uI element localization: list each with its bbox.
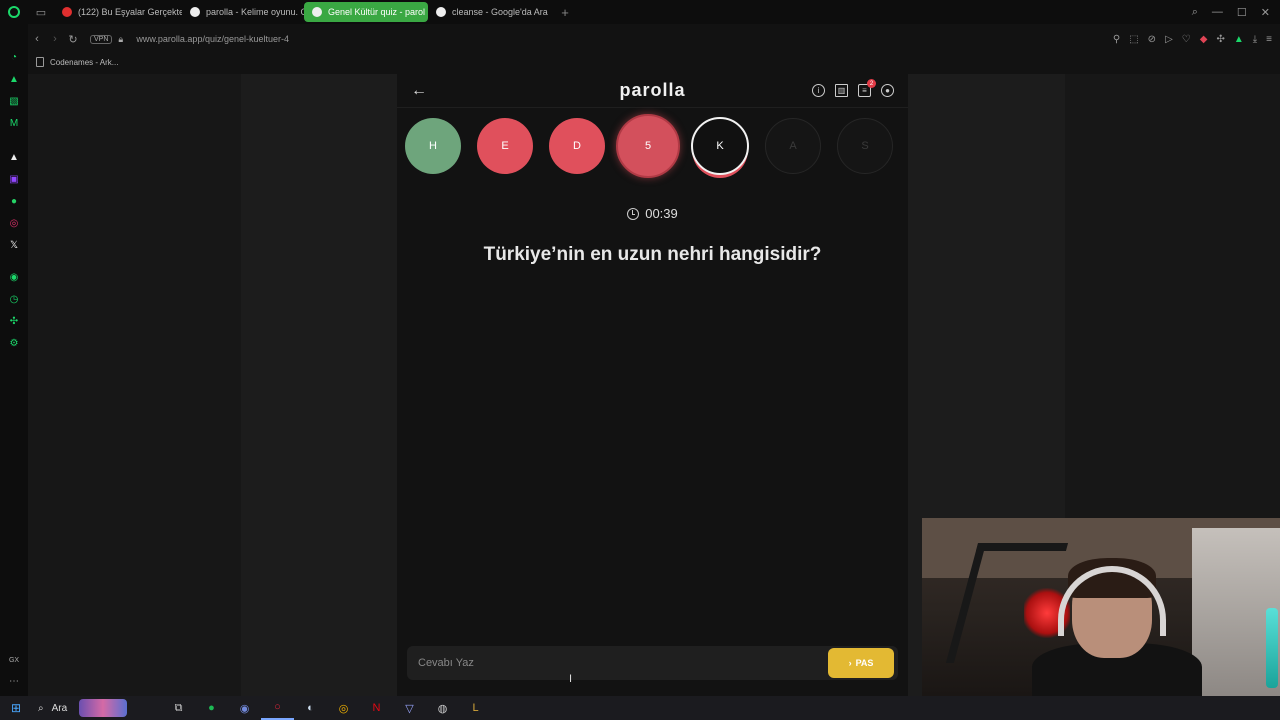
- letter-circle-k: K: [691, 117, 749, 175]
- minimize-icon[interactable]: —: [1212, 6, 1223, 19]
- download-icon[interactable]: ⤓: [1253, 34, 1257, 45]
- leaderboard-icon[interactable]: ▥: [835, 84, 848, 97]
- play-icon[interactable]: ▷: [1165, 34, 1173, 45]
- notifications-icon[interactable]: ≡ 2: [858, 79, 876, 97]
- url-field[interactable]: www.parolla.app/quiz/genel-kueltuer-4: [136, 34, 289, 44]
- menu-icon[interactable]: ≡: [1266, 34, 1272, 45]
- letter-circle-e: E: [477, 118, 533, 174]
- windows-start-icon[interactable]: ⊞: [0, 701, 32, 715]
- timer-value: 00:39: [645, 206, 678, 221]
- forward-arrow-icon[interactable]: ›: [46, 33, 64, 45]
- chevron-right-icon: ›: [848, 658, 852, 668]
- tab-parolla[interactable]: parolla - Kelime oyunu. G: [182, 2, 304, 22]
- messenger-icon[interactable]: M: [7, 116, 21, 130]
- gx-control-icon[interactable]: ▲: [7, 72, 21, 86]
- obs-icon[interactable]: ◍: [426, 696, 459, 720]
- answer-bar: › PAS: [407, 646, 898, 680]
- window-controls: ⌕ — ☐ ✕: [1192, 6, 1280, 19]
- pass-button[interactable]: › PAS: [828, 648, 894, 678]
- tab-genel-kultur[interactable]: Genel Kültür quiz - parol: [304, 2, 428, 22]
- question-text: Türkiye’nin en uzun nehri hangisidir?: [483, 244, 822, 265]
- letter-circle-d: D: [549, 118, 605, 174]
- reload-icon[interactable]: ↻: [64, 33, 82, 46]
- adblock-icon[interactable]: ⊘: [1148, 34, 1156, 45]
- timer: 00:39: [397, 206, 908, 221]
- x-twitter-icon[interactable]: 𝕏: [7, 238, 21, 252]
- heart-icon[interactable]: ♡: [1182, 34, 1191, 45]
- browser-sidebar: ◔ ▲ ▧ M ▲ ▣ ● ◎ 𝕏 ◉ ◷ ✣ ⚙ GX ⋯: [0, 24, 28, 696]
- windows-taskbar: ⊞ ⌕ Ara ⧉ ● ◉ ○ ◐ ◎ N ▽ ◍ L: [0, 696, 1280, 720]
- chrome-icon[interactable]: ◎: [327, 696, 360, 720]
- netflix-icon[interactable]: N: [360, 696, 393, 720]
- letter-wheel: H E D 5 K A S: [397, 114, 908, 178]
- header-icons: i ▥ ≡ 2 ●: [812, 79, 894, 97]
- pin-icon[interactable]: ⚲: [1113, 34, 1120, 45]
- text-cursor-icon: I: [569, 673, 573, 685]
- opera-gx-logo-icon[interactable]: [0, 0, 28, 24]
- maximize-icon[interactable]: ☐: [1237, 6, 1247, 19]
- aria-icon[interactable]: ▲: [7, 150, 21, 164]
- google-icon: [436, 7, 446, 17]
- history-icon[interactable]: ◷: [7, 292, 21, 306]
- address-bar: ‹ › ↻ VPN 🔒︎ www.parolla.app/quiz/genel-…: [28, 28, 1280, 50]
- lock-icon[interactable]: 🔒︎: [118, 34, 130, 45]
- search-highlight-image: [79, 699, 128, 717]
- letter-circle-5: 5: [616, 114, 680, 178]
- speed-dial-icon[interactable]: ◔: [7, 50, 21, 64]
- letter-circle-h: H: [405, 118, 461, 174]
- letter-circle-a: A: [765, 118, 821, 174]
- discord-icon[interactable]: ◉: [228, 696, 261, 720]
- steam-icon[interactable]: ◐: [294, 696, 327, 720]
- wallet-icon[interactable]: ▲: [1234, 34, 1244, 45]
- tab-youtube[interactable]: (122) Bu Eşyalar Gerçekte: [54, 2, 182, 22]
- address-bar-tools: ⚲ ⬚ ⊘ ▷ ♡ ◆ ✣ ▲ ⤓ ≡: [1113, 34, 1280, 45]
- puzzle-icon[interactable]: ✣: [1216, 34, 1224, 45]
- new-tab-button[interactable]: +: [554, 5, 576, 20]
- vpn-badge[interactable]: VPN: [90, 34, 113, 44]
- search-icon: ⌕: [38, 702, 44, 714]
- bookmark-bar: Codenames - Ark...: [28, 54, 118, 70]
- twitch-icon[interactable]: ▣: [7, 172, 21, 186]
- league-icon[interactable]: L: [459, 696, 492, 720]
- whatsapp-icon[interactable]: ●: [7, 194, 21, 208]
- parolla-app: ← parolla i ▥ ≡ 2 ● H E D 5 K A S 00:39 T…: [397, 74, 908, 696]
- instagram-icon[interactable]: ◎: [7, 216, 21, 230]
- app-header: ← parolla i ▥ ≡ 2 ●: [397, 74, 908, 108]
- bookmark-codenames[interactable]: Codenames - Ark...: [50, 58, 118, 67]
- pass-button-label: PAS: [855, 658, 874, 668]
- extension-red-icon[interactable]: ◆: [1200, 34, 1208, 45]
- vpn-app-icon[interactable]: ▽: [393, 696, 426, 720]
- answer-input[interactable]: [418, 657, 828, 669]
- taskbar-search[interactable]: ⌕ Ara: [32, 699, 162, 717]
- gx-label: GX: [8, 656, 20, 664]
- youtube-icon: [62, 7, 72, 17]
- close-icon[interactable]: ✕: [1261, 6, 1270, 19]
- notification-badge: 2: [867, 79, 876, 88]
- task-view-icon[interactable]: ⧉: [162, 696, 195, 720]
- player-icon[interactable]: ◉: [7, 270, 21, 284]
- opera-gx-taskbar-icon[interactable]: ○: [261, 696, 294, 720]
- profile-icon[interactable]: ●: [881, 84, 894, 97]
- settings-icon[interactable]: ⚙: [7, 336, 21, 350]
- left-gutter: [241, 74, 397, 696]
- gx-corner-icon[interactable]: ▧: [7, 94, 21, 108]
- tab-google-search[interactable]: cleanse - Google'da Ara: [428, 2, 554, 22]
- document-icon: [36, 57, 44, 67]
- parolla-favicon-icon: [190, 7, 200, 17]
- tab-menu-icon[interactable]: ▭: [28, 0, 54, 24]
- more-icon[interactable]: ⋯: [7, 674, 21, 688]
- clock-icon: [627, 207, 640, 220]
- extensions-icon[interactable]: ✣: [7, 314, 21, 328]
- taskbar-search-label: Ara: [51, 702, 68, 714]
- letter-circle-s: S: [837, 118, 893, 174]
- webcam-overlay: [922, 518, 1280, 696]
- browser-tab-bar: ▭ (122) Bu Eşyalar Gerçekte parolla - Ke…: [0, 0, 1280, 24]
- search-tabs-icon[interactable]: ⌕: [1192, 6, 1198, 19]
- snapshot-icon[interactable]: ⬚: [1129, 34, 1138, 45]
- parolla-favicon-icon: [312, 7, 322, 17]
- pc-led: [1266, 608, 1278, 688]
- info-icon[interactable]: i: [812, 84, 825, 97]
- back-arrow-icon[interactable]: ‹: [28, 33, 46, 45]
- spotify-icon[interactable]: ●: [195, 696, 228, 720]
